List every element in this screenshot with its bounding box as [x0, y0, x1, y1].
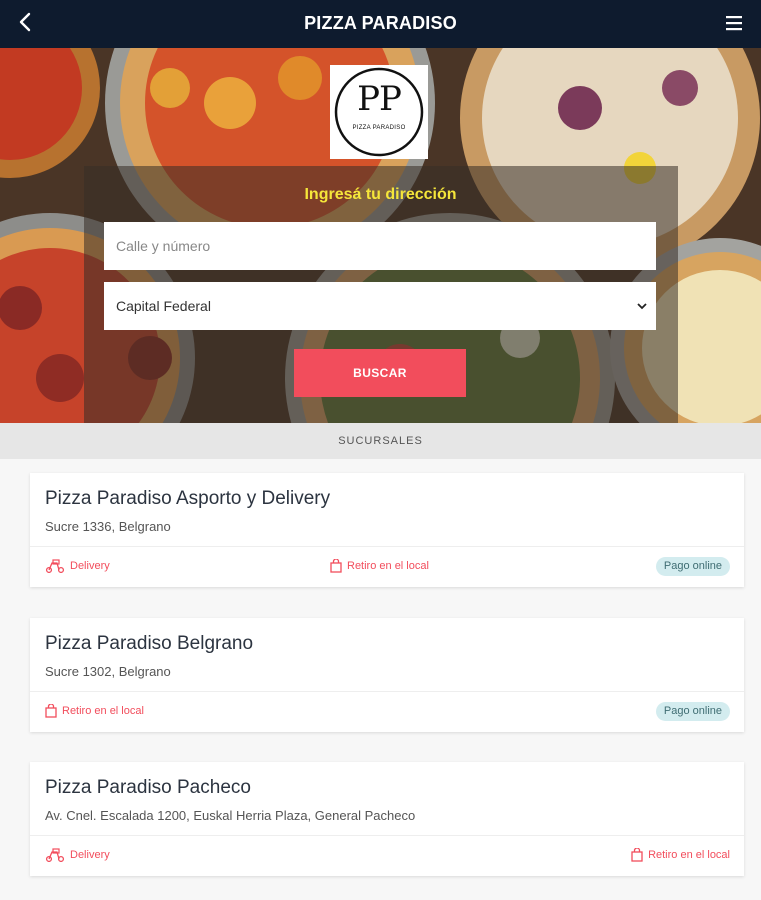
delivery-scooter-icon — [45, 848, 65, 862]
branch-card[interactable]: Pizza Paradiso Belgrano Sucre 1302, Belg… — [30, 618, 744, 732]
shopping-bag-icon — [45, 704, 57, 718]
delivery-option: Delivery — [45, 558, 110, 574]
branch-name: Pizza Paradiso Pacheco — [45, 777, 251, 798]
online-payment-badge: Pago online — [655, 702, 730, 721]
branch-address: Sucre 1302, Belgrano — [45, 664, 171, 679]
shopping-bag-icon — [330, 559, 342, 573]
delivery-option: Delivery — [45, 847, 110, 863]
chevron-down-icon — [637, 303, 647, 310]
brand-logo: PP PIZZA PARADISO — [330, 65, 428, 159]
pickup-label: Retiro en el local — [648, 849, 730, 861]
page-title: PIZZA PARADISO — [304, 13, 457, 33]
card-divider — [30, 691, 744, 692]
pickup-option: Retiro en el local — [631, 847, 730, 863]
pickup-label: Retiro en el local — [62, 705, 144, 717]
branch-name: Pizza Paradiso Asporto y Delivery — [45, 488, 331, 509]
branch-address: Sucre 1336, Belgrano — [45, 519, 171, 534]
shopping-bag-icon — [631, 848, 643, 862]
card-divider — [30, 835, 744, 836]
branches-section-title: SUCURSALES — [0, 423, 761, 459]
delivery-label: Delivery — [70, 560, 110, 572]
logo-subtitle: PIZZA PARADISO — [352, 125, 406, 131]
delivery-label: Delivery — [70, 849, 110, 861]
pickup-option: Retiro en el local — [330, 558, 429, 574]
address-heading: Ingresá tu dirección — [304, 186, 457, 203]
city-select-value: Capital Federal — [116, 298, 211, 314]
hero-banner: PP PIZZA PARADISO Ingresá tu dirección C… — [0, 48, 761, 423]
branch-card[interactable]: Pizza Paradiso Asporto y Delivery Sucre … — [30, 473, 744, 587]
branch-name: Pizza Paradiso Belgrano — [45, 633, 254, 654]
card-divider — [30, 546, 744, 547]
online-payment-badge: Pago online — [655, 557, 730, 576]
search-button[interactable]: BUSCAR — [294, 349, 466, 397]
top-bar: PIZZA PARADISO — [0, 0, 761, 48]
pickup-label: Retiro en el local — [347, 560, 429, 572]
branch-card[interactable]: Pizza Paradiso Pacheco Av. Cnel. Escalad… — [30, 762, 744, 876]
address-input[interactable]: Calle y número — [104, 222, 656, 270]
city-select[interactable]: Capital Federal — [104, 282, 656, 330]
branch-address: Av. Cnel. Escalada 1200, Euskal Herria P… — [45, 808, 416, 823]
pickup-option: Retiro en el local — [45, 703, 144, 719]
hamburger-menu-icon[interactable] — [725, 14, 743, 32]
logo-initials: PP — [357, 79, 402, 119]
delivery-scooter-icon — [45, 559, 65, 573]
